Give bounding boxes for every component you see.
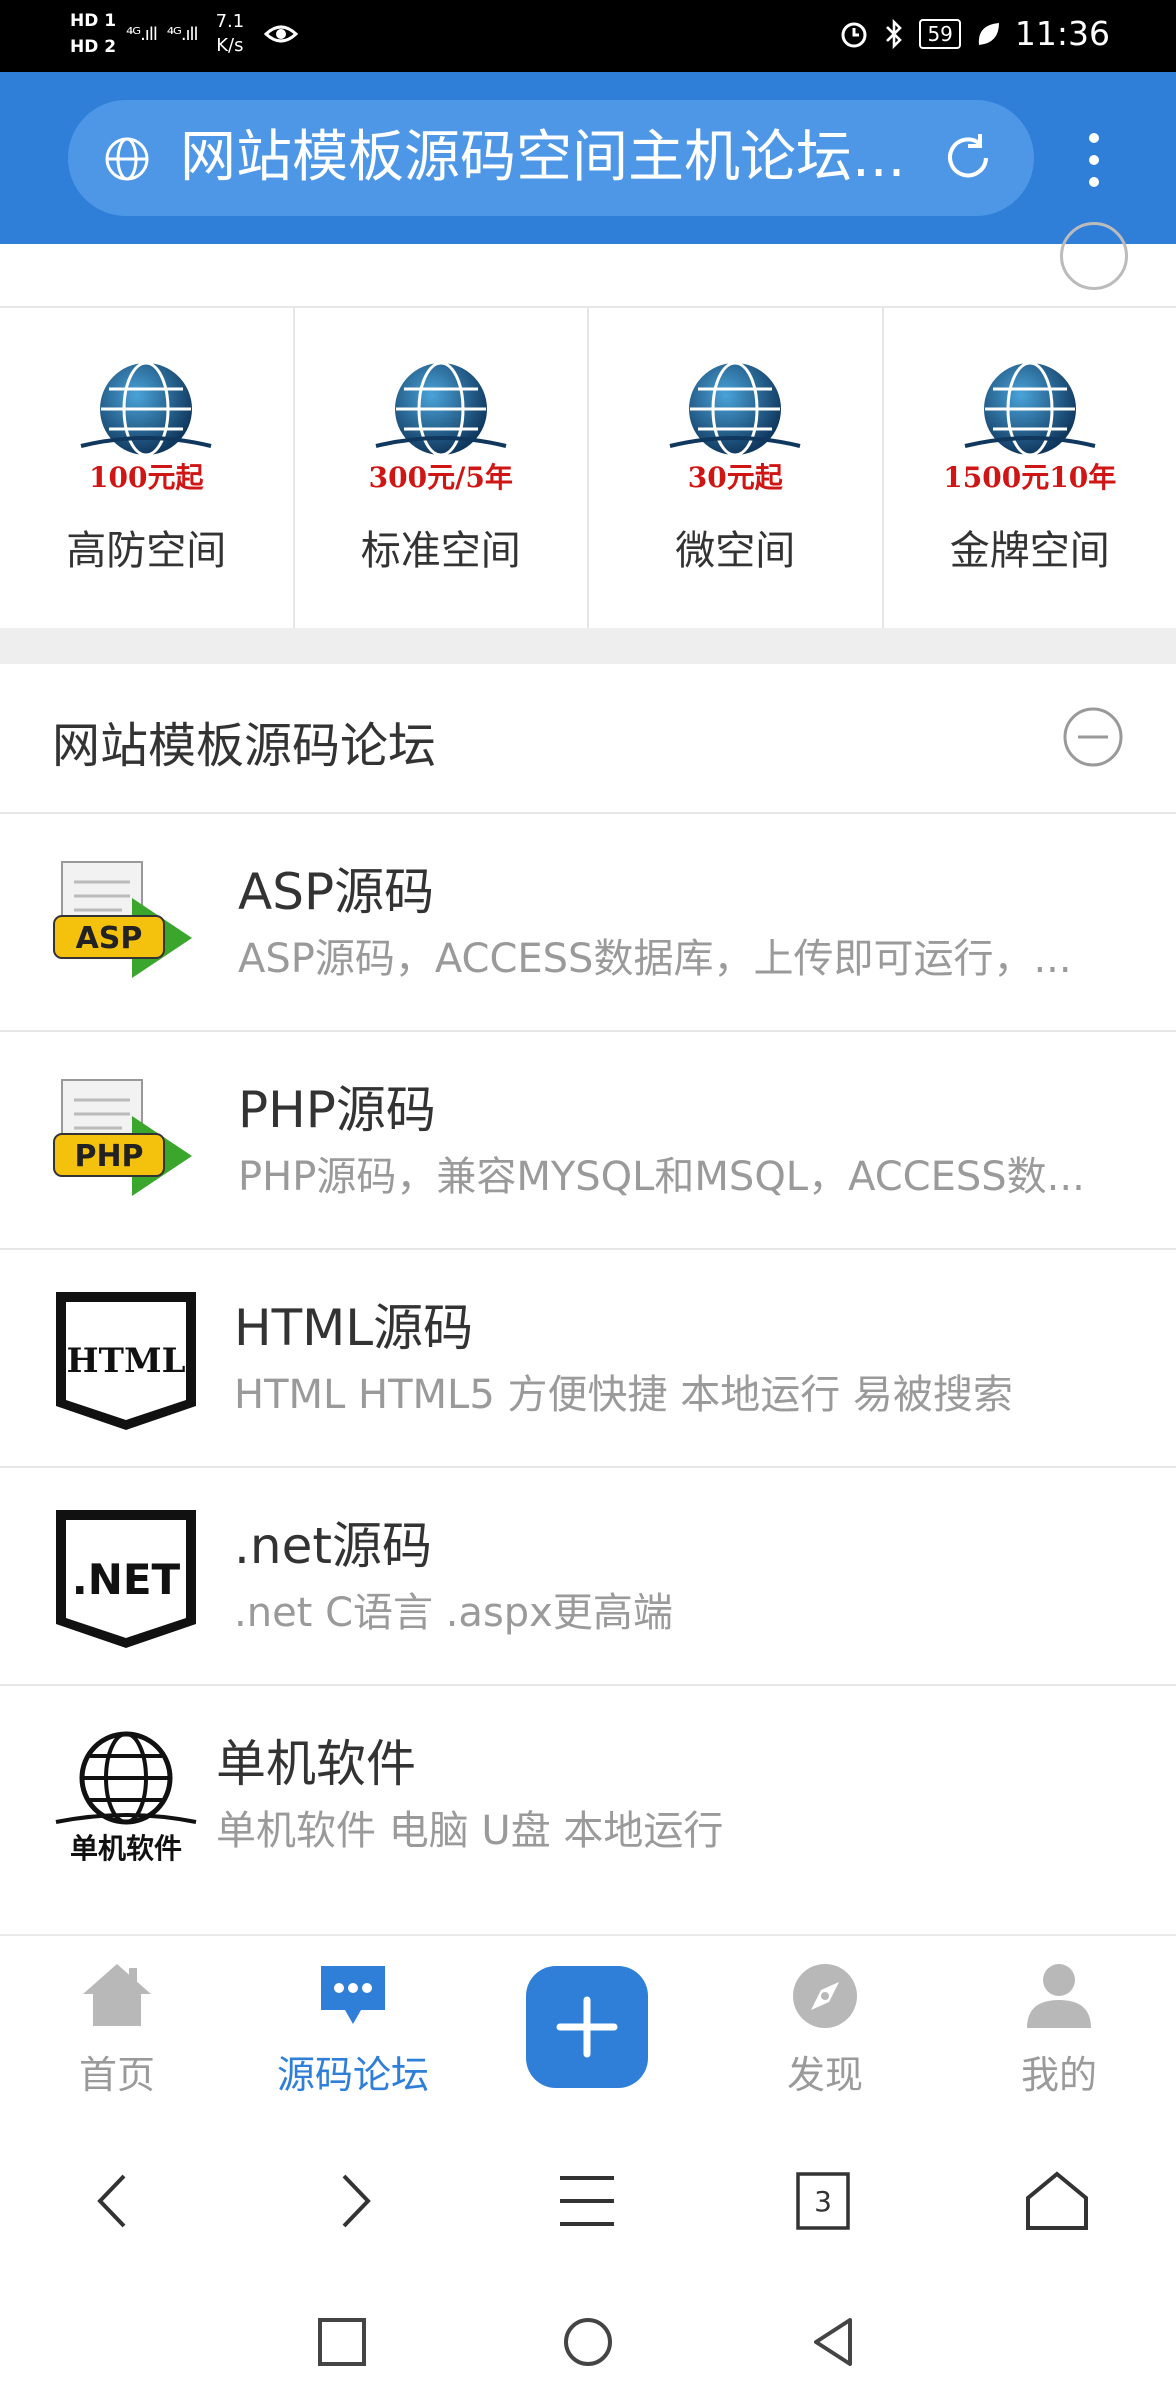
item-description: PHP源码，兼容MYSQL和MSQL，ACCESS数... [238,1154,1085,1200]
status-bar: HD 1 HD 2 ⁴ᴳ.ıll ⁴ᴳ.ıll 7.1 K/s 59 11:36 [0,0,1176,72]
bottom-tab-bar: 首页 源码论坛 发现 我的 [0,1934,1176,2120]
reload-icon[interactable] [940,130,996,186]
tab-discover-label: 发现 [786,2053,863,2097]
eye-icon [264,25,299,43]
list-item[interactable]: ASP ASP源码 ASP源码，ACCESS数据库，上传即可运行，... [0,814,1176,1032]
dotnet-logo-text: .NET [72,1555,181,1604]
tab-home[interactable]: 首页 [2,1936,232,2120]
recent-apps-icon[interactable] [314,2314,370,2370]
add-post-button[interactable] [526,1966,648,2088]
php-file-icon: PHP [53,1079,192,1196]
html-logo-text: HTML [67,1341,186,1381]
dotnet-badge-icon: .NET [56,1510,196,1648]
hosting-section: 100元起 高防空间 300元/5年 标准空间 30元起 微空间 1500元10… [0,222,1176,630]
forum-section-header: 网站模板源码论坛 [0,664,1176,814]
hosting-item[interactable]: 1500元10年 金牌空间 [884,308,1176,630]
hosting-price: 300元/5年 [368,461,513,494]
tabs-button[interactable]: 3 [788,2166,858,2236]
more-menu-icon[interactable] [1080,130,1108,190]
hosting-label: 金牌空间 [949,528,1110,574]
hosting-price: 100元起 [89,461,204,494]
html-badge-icon: HTML [56,1292,196,1430]
hosting-grid: 100元起 高防空间 300元/5年 标准空间 30元起 微空间 1500元10… [0,306,1176,630]
list-item[interactable]: 单机软件 单机软件 单机软件 电脑 U盘 本地运行 [0,1686,1176,1904]
collapse-icon-partial[interactable] [1060,222,1128,290]
item-description: HTML HTML5 方便快捷 本地运行 易被搜索 [234,1372,1013,1418]
bluetooth-icon [886,18,903,49]
system-back-icon[interactable] [806,2314,862,2370]
tab-home-label: 首页 [78,2053,155,2097]
item-title: ASP源码 [238,863,435,921]
address-bar[interactable]: 网站模板源码空间主机论坛... [68,100,1034,216]
hd1-label: HD 1 [70,11,117,31]
hosting-item[interactable]: 300元/5年 标准空间 [295,308,589,630]
home-outline-icon[interactable] [1022,2166,1092,2236]
list-item-partial [0,1894,1176,1934]
browser-toolbar: 3 [0,2118,1176,2280]
speed-unit: K/s [216,35,244,56]
tab-discover[interactable]: 发现 [710,1936,940,2120]
asp-file-icon: ASP [53,861,192,978]
hosting-label: 微空间 [675,528,796,574]
item-title: PHP源码 [238,1081,436,1139]
list-item[interactable]: .NET .net源码 .net C语言 .aspx更高端 [0,1468,1176,1686]
network-speed: 7.1 K/s [216,10,245,58]
forum-list: ASP ASP源码 ASP源码，ACCESS数据库，上传即可运行，... PHP… [0,814,1176,1904]
tab-profile-label: 我的 [1020,2053,1097,2097]
collapse-icon[interactable] [1062,706,1124,768]
signal-icon-1: ⁴ᴳ.ıll [126,23,158,45]
clock: 11:36 [1014,14,1110,53]
list-item[interactable]: HTML HTML源码 HTML HTML5 方便快捷 本地运行 易被搜索 [0,1250,1176,1468]
status-left: HD 1 HD 2 ⁴ᴳ.ıll ⁴ᴳ.ıll 7.1 K/s [70,8,299,60]
section-divider [0,628,1176,664]
hosting-item[interactable]: 30元起 微空间 [589,308,884,630]
home-button-icon[interactable] [560,2314,616,2370]
home-icon [83,1964,151,2026]
software-logo-text: 单机软件 [70,1832,182,1865]
status-right: 59 11:36 [839,14,1110,53]
tab-count: 3 [814,2184,832,2218]
hosting-label: 高防空间 [66,528,227,574]
app-header: 网站模板源码空间主机论坛... [0,72,1176,244]
item-description: .net C语言 .aspx更高端 [234,1590,673,1636]
item-title: 单机软件 [216,1735,416,1793]
signal-icon-2: ⁴ᴳ.ıll [166,23,199,45]
globe-icon [105,137,149,181]
compass-icon [793,1964,857,2028]
tab-forum-label: 源码论坛 [276,2053,429,2097]
list-item[interactable]: PHP PHP源码 PHP源码，兼容MYSQL和MSQL，ACCESS数... [0,1032,1176,1250]
forum-title: 网站模板源码论坛 [52,718,437,774]
globe-software-icon: 单机软件 [55,1731,197,1865]
speed-value: 7.1 [215,11,245,32]
tab-forum[interactable]: 源码论坛 [238,1936,468,2120]
forward-icon[interactable] [318,2166,388,2236]
hosting-price: 1500元10年 [943,461,1117,494]
hosting-price: 30元起 [687,461,783,494]
back-icon[interactable] [80,2166,150,2236]
php-logo-text: PHP [74,1139,143,1174]
hd2-label: HD 2 [70,37,117,57]
menu-icon[interactable] [552,2166,622,2236]
alarm-icon [841,22,867,47]
item-title: HTML源码 [234,1299,474,1357]
battery-indicator: 59 [919,18,961,49]
system-nav-bar [0,2280,1176,2400]
hosting-label: 标准空间 [360,528,521,574]
chat-icon [321,1966,385,2024]
item-description: ASP源码，ACCESS数据库，上传即可运行，... [238,936,1072,982]
item-title: .net源码 [234,1517,432,1575]
hd-indicator: HD 1 HD 2 [70,8,116,60]
item-description: 单机软件 电脑 U盘 本地运行 [216,1808,724,1854]
tab-profile[interactable]: 我的 [944,1936,1174,2120]
user-icon [1027,1964,1091,2028]
page-title[interactable]: 网站模板源码空间主机论坛... [180,122,905,194]
asp-logo-text: ASP [76,921,143,956]
leaf-icon [978,22,999,45]
plus-icon [556,1996,618,2058]
hosting-item[interactable]: 100元起 高防空间 [0,308,295,630]
